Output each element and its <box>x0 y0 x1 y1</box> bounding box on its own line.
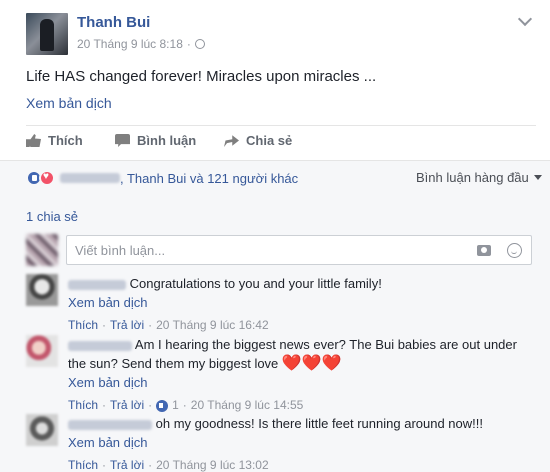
comment-line: Am I hearing the biggest news ever? The … <box>68 335 528 373</box>
commenter-avatar[interactable] <box>26 414 58 446</box>
comment-time[interactable]: 20 Tháng 9 lúc 13:02 <box>156 456 269 472</box>
comment-reply-link[interactable]: Trả lời <box>110 456 144 472</box>
see-translation-link[interactable]: Xem bản dịch <box>26 95 112 111</box>
comment-actions: Thích · Trả lời · 20 Tháng 9 lúc 16:42 <box>68 316 528 335</box>
comment-button[interactable]: Bình luận <box>115 133 196 148</box>
like-count-icon <box>156 399 169 412</box>
comment-icon <box>115 134 130 147</box>
comment-input[interactable]: Viết bình luận... <box>66 235 532 265</box>
share-icon <box>224 135 239 147</box>
comment-text: oh my goodness! Is there little feet run… <box>155 416 483 431</box>
commenter-avatar[interactable] <box>26 274 58 306</box>
comment-reply-link[interactable]: Trả lời <box>110 396 144 415</box>
comment-body: Am I hearing the biggest news ever? The … <box>68 335 528 415</box>
divider <box>26 125 536 126</box>
reactions-suffix: , Thanh Bui và 121 người khác <box>120 170 299 186</box>
like-label: Thích <box>48 133 83 148</box>
comment-label: Bình luận <box>137 133 197 148</box>
sort-comments-dropdown[interactable]: Bình luận hàng đầu <box>416 170 542 185</box>
reactions-summary[interactable]: , Thanh Bui và 121 người khác <box>26 170 298 186</box>
blurred-commenter-name[interactable] <box>68 340 132 351</box>
see-translation-link[interactable]: Xem bản dịch <box>68 433 528 452</box>
comment-time[interactable]: 20 Tháng 9 lúc 16:42 <box>156 316 269 335</box>
post-meta: 20 Tháng 9 lúc 8:18 · <box>77 37 205 51</box>
comment-reply-link[interactable]: Trả lời <box>110 316 144 335</box>
like-icon <box>26 134 41 147</box>
love-reaction-icon <box>39 170 55 186</box>
comment-time[interactable]: 20 Tháng 9 lúc 14:55 <box>191 396 304 415</box>
see-translation-link[interactable]: Xem bản dịch <box>68 373 528 392</box>
emoji-icon[interactable] <box>507 243 522 258</box>
camera-icon[interactable] <box>477 245 491 256</box>
globe-icon[interactable] <box>194 39 205 49</box>
chevron-down-icon[interactable] <box>517 11 533 27</box>
comment-actions: Thích · Trả lời · 20 Tháng 9 lúc 13:02 <box>68 456 528 472</box>
comment-like-count[interactable]: 1 <box>172 396 179 415</box>
sort-label: Bình luận hàng đầu <box>416 170 529 185</box>
blurred-name <box>60 173 120 183</box>
author-avatar[interactable] <box>26 13 68 55</box>
comment-like-link[interactable]: Thích <box>68 456 98 472</box>
post-text: Life HAS changed forever! Miracles upon … <box>26 68 377 85</box>
caret-down-icon <box>533 175 542 180</box>
shares-count-link[interactable]: 1 chia sẻ <box>26 209 78 224</box>
share-button[interactable]: Chia sẻ <box>224 133 292 148</box>
comment-body: oh my goodness! Is there little feet run… <box>68 414 528 472</box>
comment-text: Congratulations to you and your little f… <box>129 276 382 291</box>
meta-separator: · <box>186 37 191 51</box>
share-label: Chia sẻ <box>246 133 293 148</box>
blurred-commenter-name[interactable] <box>68 419 152 430</box>
like-button[interactable]: Thích <box>26 133 83 148</box>
comment-like-link[interactable]: Thích <box>68 396 98 415</box>
commenter-avatar[interactable] <box>26 335 58 367</box>
comment-body: Congratulations to you and your little f… <box>68 274 528 335</box>
see-translation-link[interactable]: Xem bản dịch <box>68 293 528 312</box>
post-card: Thanh Bui 20 Tháng 9 lúc 8:18 · Life HAS… <box>0 0 550 472</box>
blurred-commenter-name[interactable] <box>68 279 126 290</box>
comment-placeholder: Viết bình luận... <box>75 243 166 258</box>
reactions-text: , Thanh Bui và 121 người khác <box>60 171 298 186</box>
comment-line: Congratulations to you and your little f… <box>68 274 528 293</box>
post-author[interactable]: Thanh Bui <box>77 14 150 31</box>
comment-like-link[interactable]: Thích <box>68 316 98 335</box>
heart-emojis: ❤️❤️❤️ <box>281 355 342 372</box>
post-timestamp[interactable]: 20 Tháng 9 lúc 8:18 <box>77 37 183 51</box>
current-user-avatar <box>26 234 58 266</box>
comment-line: oh my goodness! Is there little feet run… <box>68 414 528 433</box>
comment-actions: Thích · Trả lời · 1 · 20 Tháng 9 lúc 14:55 <box>68 396 528 415</box>
